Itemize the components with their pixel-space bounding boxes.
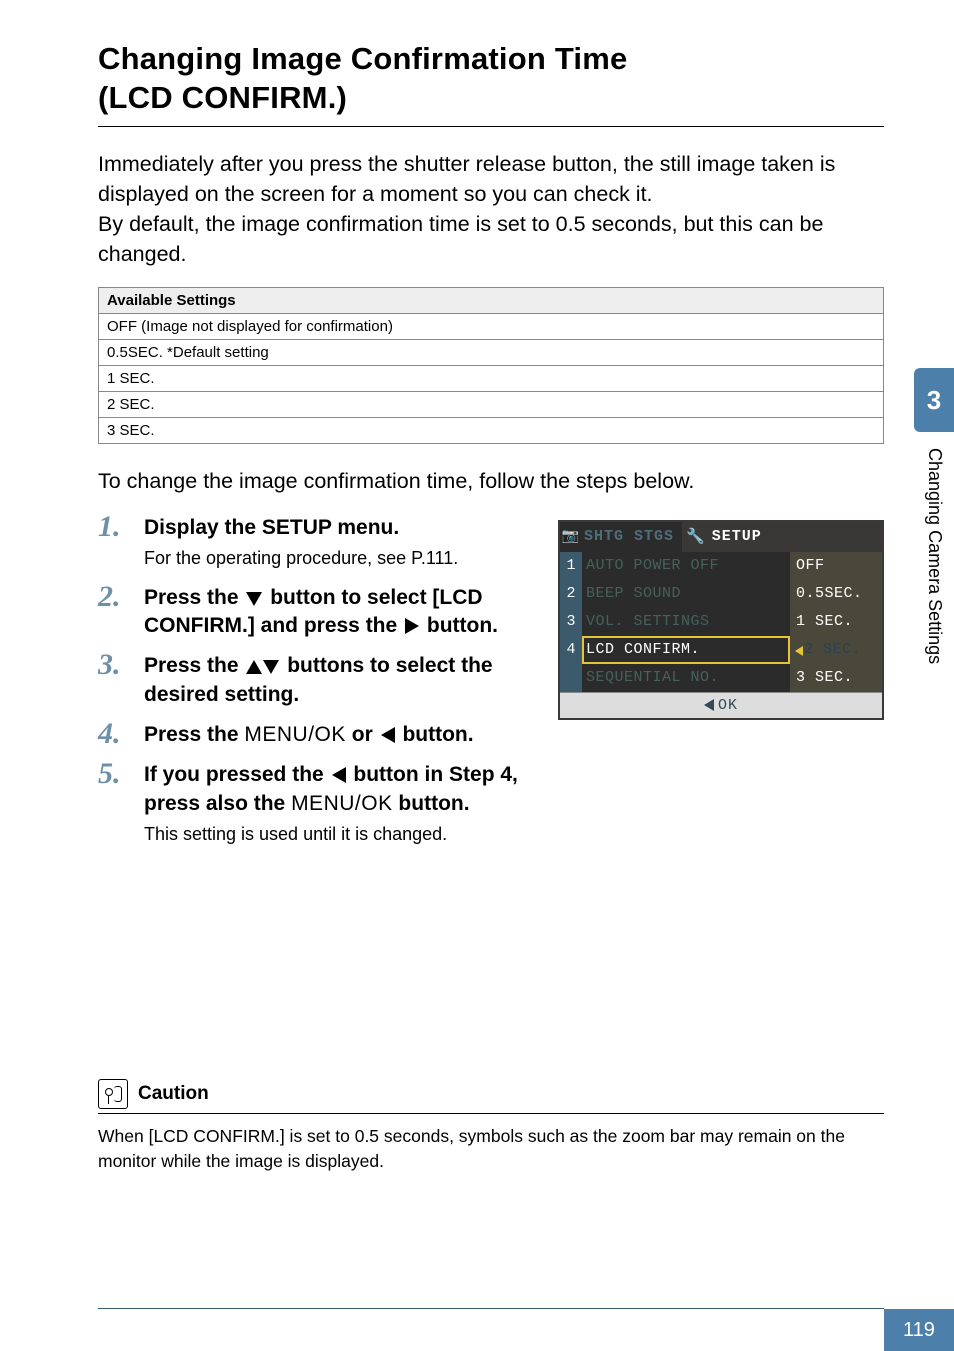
footer-rule [98,1308,884,1309]
step-4-text-b: or [352,723,379,746]
lcd-row-val: OFF [790,552,882,580]
triangle-up-icon [246,660,262,674]
settings-cell: 2 SEC. [99,391,884,417]
step-4: Press the MENU/OK or button. [98,721,542,749]
table-row: 2 SEC. [99,391,884,417]
step-5-sub: This setting is used until it is changed… [144,822,542,847]
triangle-left-icon [332,767,346,783]
side-tab: 3 Changing Camera Settings [914,368,954,748]
step-5: If you pressed the button in Step 4, pre… [98,761,542,847]
menu-ok-label: MENU/OK [291,792,393,815]
step-5-head: If you pressed the button in Step 4, pre… [144,761,542,818]
settings-cell: 0.5SEC. *Default setting [99,339,884,365]
step-3-text-a: Press the [144,654,244,677]
settings-cell: 3 SEC. [99,417,884,443]
lcd-row-num: 2 [560,580,582,608]
triangle-down-icon [246,592,262,606]
triangle-left-icon [381,727,395,743]
lcd-row-val: 0.5SEC. [790,580,882,608]
step-5-text-c: button. [398,792,469,815]
caution-icon [98,1079,128,1109]
step-3: Press the buttons to select the desired … [98,652,542,709]
settings-cell: 1 SEC. [99,365,884,391]
menu-ok-label: MENU/OK [244,723,346,746]
caution-section: Caution When [LCD CONFIRM.] is set to 0.… [98,1079,884,1173]
step-4-text-a: Press the [144,723,244,746]
step-1: Display the SETUP menu. For the operatin… [98,514,542,572]
lcd-row-num [560,664,582,692]
table-row: OFF (Image not displayed for confirmatio… [99,313,884,339]
lcd-tab-setup: 🔧 SETUP [682,522,882,552]
lcd-footer: OK [560,692,882,718]
step-4-text-c: button. [402,723,473,746]
table-row: 0.5SEC. *Default setting [99,339,884,365]
caution-body: When [LCD CONFIRM.] is set to 0.5 second… [98,1124,884,1173]
chapter-number-badge: 3 [914,368,954,432]
lcd-row-num: 1 [560,552,582,580]
page-number: 119 [884,1309,954,1351]
table-row: 1 SEC. [99,365,884,391]
step-2-text-c: button. [427,614,498,637]
lcd-footer-label: OK [718,697,738,714]
step-2: Press the button to select [LCD CONFIRM.… [98,584,542,641]
caution-title: Caution [138,1083,209,1105]
wrench-icon: 🔧 [686,527,706,546]
title-rule [98,126,884,127]
step-2-text-a: Press the [144,586,244,609]
lcd-rows: 1 AUTO POWER OFF OFF 2 BEEP SOUND 0.5SEC… [560,552,882,692]
lcd-row-num: 3 [560,608,582,636]
step-4-head: Press the MENU/OK or button. [144,721,542,749]
title-line-2: (LCD CONFIRM.) [98,80,347,115]
lcd-row-key: AUTO POWER OFF [582,552,790,580]
step-1-sub: For the operating procedure, see P.111. [144,546,542,571]
lcd-row-num: 4 [560,636,582,664]
lcd-tab-shtg: SHTG STGS [582,528,682,545]
page-title: Changing Image Confirmation Time (LCD CO… [98,40,884,118]
lcd-row-selected: 4 LCD CONFIRM. 2 SEC. [560,636,882,664]
triangle-left-icon [795,646,803,656]
steps-list: Display the SETUP menu. For the operatin… [98,514,542,847]
lcd-row-val: 1 SEC. [790,608,882,636]
intro-paragraph: Immediately after you press the shutter … [98,149,884,269]
lcd-row-key: BEEP SOUND [582,580,790,608]
lcd-row: SEQUENTIAL NO. 3 SEC. [560,664,882,692]
lcd-tabs: 📷 SHTG STGS 🔧 SETUP [560,522,882,552]
table-row: 3 SEC. [99,417,884,443]
lcd-row-key: SEQUENTIAL NO. [582,664,790,692]
settings-header: Available Settings [99,287,884,313]
lcd-row-key: LCD CONFIRM. [582,636,790,664]
lcd-tab-setup-label: SETUP [712,528,762,545]
triangle-down-icon [263,660,279,674]
step-2-head: Press the button to select [LCD CONFIRM.… [144,584,542,641]
lcd-screenshot: 📷 SHTG STGS 🔧 SETUP 1 AUTO POWER OFF OFF… [558,520,884,720]
title-line-1: Changing Image Confirmation Time [98,41,627,76]
lcd-row: 2 BEEP SOUND 0.5SEC. [560,580,882,608]
lcd-row-key: VOL. SETTINGS [582,608,790,636]
step-1-head: Display the SETUP menu. [144,514,542,542]
lcd-row-val-selected: 2 SEC. [790,636,882,664]
lcd-val-text: 2 SEC. [804,641,861,658]
chapter-label: Changing Camera Settings [924,438,945,748]
lead-paragraph: To change the image confirmation time, f… [98,466,884,496]
lcd-row: 1 AUTO POWER OFF OFF [560,552,882,580]
available-settings-table: Available Settings OFF (Image not displa… [98,287,884,444]
triangle-right-icon [405,618,419,634]
triangle-left-icon [704,699,714,711]
settings-cell: OFF (Image not displayed for confirmatio… [99,313,884,339]
lcd-row: 3 VOL. SETTINGS 1 SEC. [560,608,882,636]
camera-mode-icon: 📷 [560,528,582,545]
lcd-row-val: 3 SEC. [790,664,882,692]
step-3-head: Press the buttons to select the desired … [144,652,524,709]
step-5-text-a: If you pressed the [144,763,330,786]
